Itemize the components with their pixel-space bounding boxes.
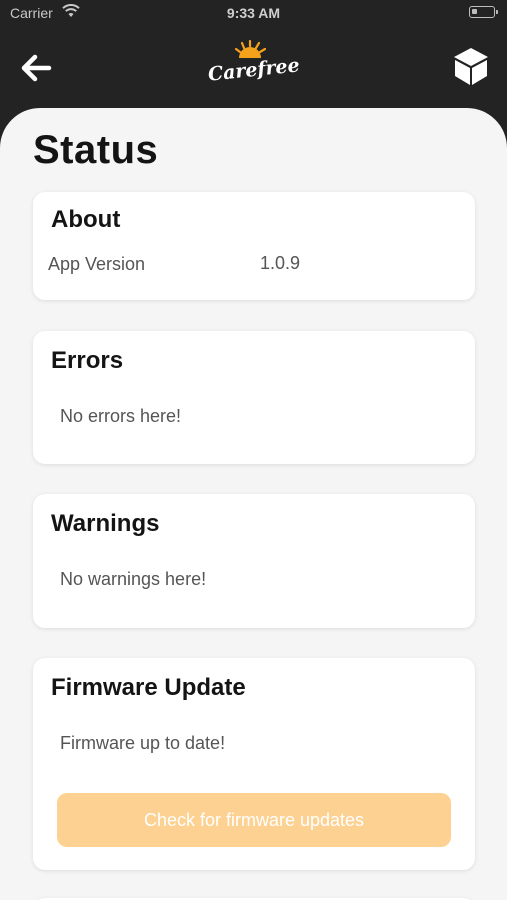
svg-text:Carefree: Carefree [207, 54, 301, 85]
status-bar: Carrier 9:33 AM [0, 0, 507, 28]
clock-time: 9:33 AM [226, 5, 281, 21]
app-version-value: 1.0.9 [260, 253, 301, 273]
firmware-card: Firmware Update Firmware up to date! Che… [33, 658, 475, 870]
warnings-title: Warnings [51, 510, 160, 537]
about-card: About App Version 1.0.9 [33, 192, 475, 300]
warnings-card: Warnings No warnings here! [33, 494, 475, 628]
cube-icon[interactable] [449, 44, 493, 88]
firmware-message: Firmware up to date! [60, 733, 226, 753]
carefree-logo: Carefree [207, 39, 301, 86]
content-sheet: Status About App Version 1.0.9 Errors No… [0, 108, 507, 900]
firmware-title: Firmware Update [51, 674, 246, 701]
check-firmware-updates-button[interactable]: Check for firmware updates [57, 793, 451, 847]
warnings-message: No warnings here! [60, 569, 207, 589]
nav-bar: Carefree [0, 28, 507, 108]
errors-title: Errors [51, 347, 124, 374]
about-title: About [51, 206, 121, 233]
page-title: Status [33, 128, 159, 172]
app-version-label: App Version [48, 254, 146, 274]
errors-message: No errors here! [60, 406, 182, 426]
battery-icon [469, 6, 498, 18]
errors-card: Errors No errors here! [33, 331, 475, 464]
arrow-left-icon[interactable] [16, 48, 56, 88]
